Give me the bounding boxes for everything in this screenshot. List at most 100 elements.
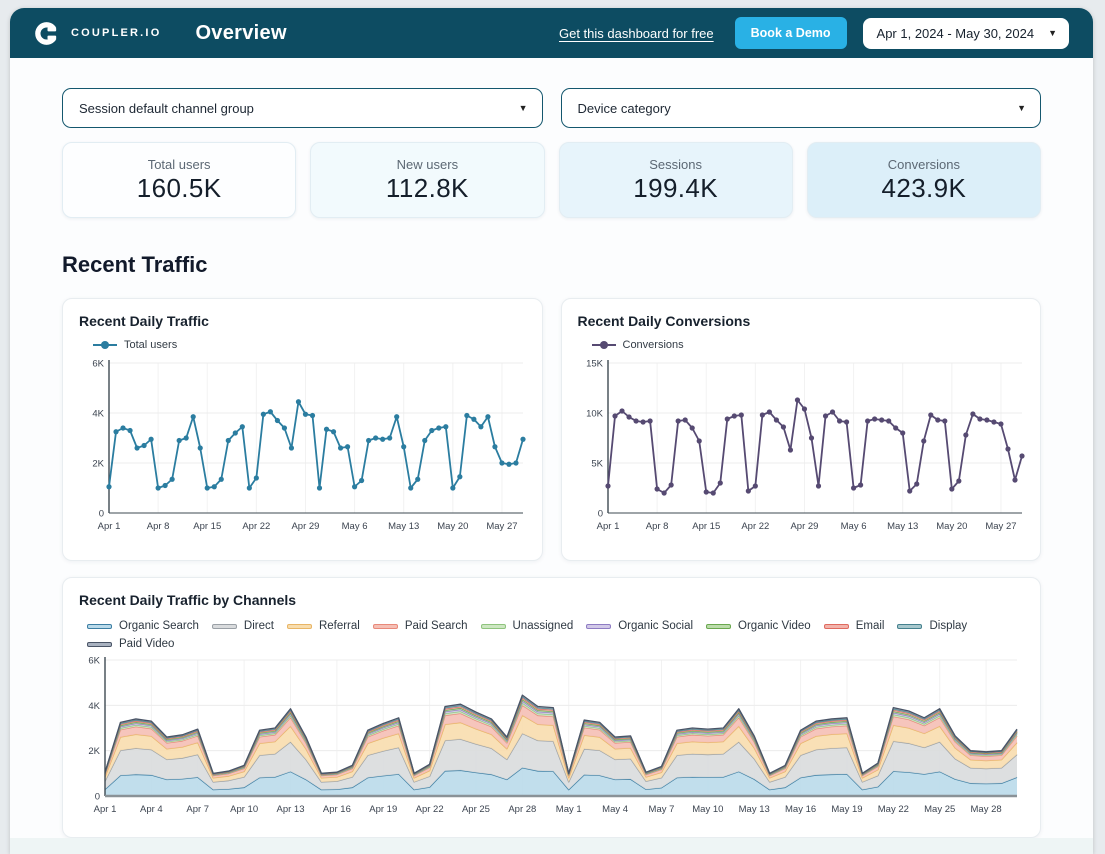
legend-swatch [706,624,731,629]
chevron-down-icon: ▼ [1048,29,1057,38]
legend-label: Direct [244,620,274,632]
legend-item-paid-search: Paid Search [373,620,468,632]
kpi-label: Conversions [888,157,960,172]
svg-text:May 28: May 28 [971,804,1002,815]
chevron-down-icon: ▼ [519,104,528,113]
svg-text:0: 0 [95,792,100,803]
channel-group-filter-label: Session default channel group [79,101,254,116]
device-category-filter-label: Device category [578,101,671,116]
svg-text:May 27: May 27 [985,521,1016,532]
svg-text:10K: 10K [586,409,604,420]
svg-text:May 6: May 6 [342,521,368,532]
kpi-card-sessions: Sessions 199.4K [559,142,793,218]
chart-legend: Conversions [592,339,1027,351]
svg-text:Apr 28: Apr 28 [508,804,536,815]
svg-text:Apr 1: Apr 1 [94,804,117,815]
header: COUPLER.IO Overview Get this dashboard f… [10,8,1093,58]
svg-text:May 19: May 19 [831,804,862,815]
legend-label: Organic Search [119,620,199,632]
svg-text:Apr 8: Apr 8 [645,521,668,532]
channel-group-filter[interactable]: Session default channel group ▼ [62,88,543,128]
chart-title: Recent Daily Traffic by Channels [79,592,1024,608]
legend-label: Display [929,620,967,632]
device-category-filter[interactable]: Device category ▼ [561,88,1042,128]
svg-text:Apr 8: Apr 8 [147,521,170,532]
svg-text:4K: 4K [88,701,100,712]
svg-text:May 13: May 13 [739,804,770,815]
kpi-value: 112.8K [386,173,469,204]
legend-item-unassigned: Unassigned [481,620,574,632]
svg-text:May 22: May 22 [878,804,909,815]
svg-text:Apr 25: Apr 25 [462,804,490,815]
channels-legend: Organic Search Direct Referral Paid Search U… [87,620,987,650]
legend-swatch [87,624,112,629]
svg-text:Apr 22: Apr 22 [741,521,769,532]
daily-conversions-chart: 05K10K15KApr 1Apr 8Apr 15Apr 22Apr 29May… [578,355,1026,547]
coupler-logo-icon [34,20,61,47]
book-demo-button[interactable]: Book a Demo [735,17,847,49]
kpi-card-total-users: Total users 160.5K [62,142,296,218]
svg-text:Apr 13: Apr 13 [276,804,304,815]
svg-text:Apr 4: Apr 4 [140,804,163,815]
svg-text:2K: 2K [92,459,104,470]
legend-swatch [212,624,237,629]
legend-swatch [481,624,506,629]
daily-traffic-card: Recent Daily Traffic Total users 02K4K6K… [62,298,543,561]
svg-text:May 27: May 27 [486,521,517,532]
chart-title: Recent Daily Conversions [578,313,1027,329]
legend-label: Email [856,620,885,632]
legend-label: Unassigned [513,620,574,632]
legend-swatch [586,624,611,629]
legend-label: Referral [319,620,360,632]
svg-text:4K: 4K [92,409,104,420]
svg-text:Apr 22: Apr 22 [242,521,270,532]
svg-text:May 20: May 20 [936,521,967,532]
svg-text:Apr 7: Apr 7 [186,804,209,815]
svg-text:May 7: May 7 [649,804,675,815]
legend-marker [592,341,616,349]
date-range-picker[interactable]: Apr 1, 2024 - May 30, 2024 ▼ [863,18,1069,49]
svg-text:Apr 19: Apr 19 [369,804,397,815]
traffic-by-channels-card: Recent Daily Traffic by Channels Organic… [62,577,1041,838]
date-range-value: Apr 1, 2024 - May 30, 2024 [877,26,1035,41]
svg-text:Apr 1: Apr 1 [596,521,619,532]
svg-text:May 6: May 6 [840,521,866,532]
legend-item-organic-search: Organic Search [87,620,199,632]
kpi-label: New users [397,157,458,172]
legend-label: Paid Video [119,638,174,650]
svg-text:Apr 22: Apr 22 [416,804,444,815]
legend-marker [93,341,117,349]
svg-text:0: 0 [99,509,104,520]
header-actions: Get this dashboard for free Book a Demo … [559,17,1069,49]
kpi-row: Total users 160.5K New users 112.8K Sess… [62,142,1041,218]
brand-name: COUPLER.IO [71,27,161,39]
svg-text:5K: 5K [591,459,603,470]
legend-item-organic-social: Organic Social [586,620,693,632]
legend-label: Organic Social [618,620,693,632]
svg-text:6K: 6K [92,359,104,370]
kpi-label: Total users [148,157,211,172]
legend-item-referral: Referral [287,620,360,632]
svg-text:0: 0 [597,509,602,520]
get-dashboard-link[interactable]: Get this dashboard for free [559,26,714,41]
svg-text:6K: 6K [88,656,100,667]
legend-label: Paid Search [405,620,468,632]
svg-text:Apr 29: Apr 29 [790,521,818,532]
legend-swatch [824,624,849,629]
svg-text:May 13: May 13 [887,521,918,532]
kpi-value: 423.9K [881,173,966,204]
daily-traffic-chart: 02K4K6KApr 1Apr 8Apr 15Apr 22Apr 29May 6… [79,355,527,547]
svg-text:Apr 15: Apr 15 [692,521,720,532]
chart-legend: Total users [93,339,528,351]
kpi-value: 199.4K [633,173,718,204]
traffic-by-channels-chart: 02K4K6KApr 1Apr 4Apr 7Apr 10Apr 13Apr 16… [79,654,1023,822]
kpi-value: 160.5K [137,173,222,204]
dashboard-frame: COUPLER.IO Overview Get this dashboard f… [10,8,1093,854]
svg-text:May 4: May 4 [602,804,628,815]
kpi-label: Sessions [649,157,702,172]
svg-text:Apr 1: Apr 1 [98,521,121,532]
svg-text:Apr 15: Apr 15 [193,521,221,532]
legend-swatch [373,624,398,629]
page-title: Overview [195,22,286,45]
kpi-card-conversions: Conversions 423.9K [807,142,1041,218]
